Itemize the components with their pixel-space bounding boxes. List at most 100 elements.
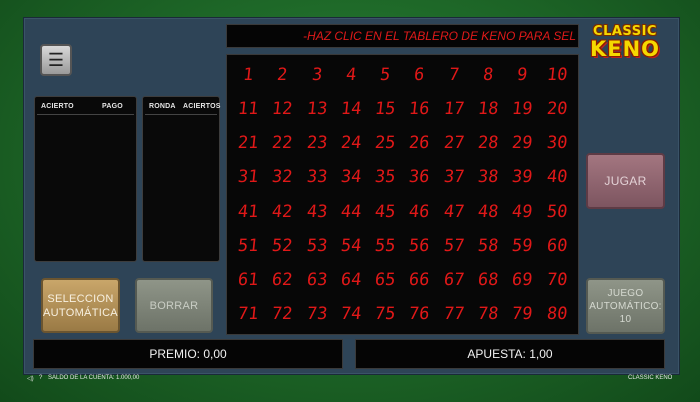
keno-number-cell[interactable]: 47 [435,195,473,229]
keno-number-cell[interactable]: 31 [229,160,267,194]
keno-number-cell[interactable]: 32 [264,160,302,194]
keno-number-cell[interactable]: 40 [538,160,576,194]
keno-number-cell[interactable]: 45 [366,195,404,229]
keno-number-cell[interactable]: 30 [538,126,576,160]
keno-number-cell[interactable]: 4 [332,58,370,92]
keno-number-cell[interactable]: 42 [264,195,302,229]
keno-number-cell[interactable]: 48 [469,195,507,229]
keno-number-cell[interactable]: 44 [332,195,370,229]
keno-number-cell[interactable]: 73 [298,297,336,331]
keno-number-cell[interactable]: 52 [264,229,302,263]
keno-number-cell[interactable]: 43 [298,195,336,229]
balance-label: SALDO DE LA CUENTA: [48,375,115,381]
keno-number-cell[interactable]: 10 [538,58,576,92]
keno-number-cell[interactable]: 18 [469,92,507,126]
keno-number-cell[interactable]: 66 [401,263,439,297]
prize-display: PREMIO: 0,00 [33,339,343,369]
auto-select-button[interactable]: SELECCION AUTOMÁTICA [41,278,120,333]
keno-number-cell[interactable]: 11 [229,92,267,126]
speaker-icon[interactable]: ◁) [27,375,34,382]
keno-number-cell[interactable]: 53 [298,229,336,263]
keno-number-cell[interactable]: 7 [435,58,473,92]
keno-number-cell[interactable]: 72 [264,297,302,331]
keno-number-cell[interactable]: 67 [435,263,473,297]
keno-number-cell[interactable]: 6 [401,58,439,92]
keno-number-cell[interactable]: 28 [469,126,507,160]
keno-number-cell[interactable]: 17 [435,92,473,126]
keno-number-cell[interactable]: 57 [435,229,473,263]
keno-number-cell[interactable]: 75 [366,297,404,331]
keno-number-cell[interactable]: 13 [298,92,336,126]
keno-number-cell[interactable]: 14 [332,92,370,126]
keno-number-cell[interactable]: 24 [332,126,370,160]
keno-number-cell[interactable]: 25 [366,126,404,160]
keno-number-cell[interactable]: 20 [538,92,576,126]
keno-number-cell[interactable]: 26 [401,126,439,160]
paytable-header-pay: PAGO [102,103,123,110]
keno-number-cell[interactable]: 65 [366,263,404,297]
keno-number-cell[interactable]: 41 [229,195,267,229]
keno-number-cell[interactable]: 62 [264,263,302,297]
keno-number-cell[interactable]: 39 [504,160,542,194]
keno-number-cell[interactable]: 36 [401,160,439,194]
keno-number-cell[interactable]: 5 [366,58,404,92]
keno-number-cell[interactable]: 27 [435,126,473,160]
keno-number-cell[interactable]: 16 [401,92,439,126]
menu-button[interactable]: ☰ [40,44,72,76]
keno-number-cell[interactable]: 9 [504,58,542,92]
keno-number-cell[interactable]: 12 [264,92,302,126]
keno-number-cell[interactable]: 34 [332,160,370,194]
keno-number-cell[interactable]: 68 [469,263,507,297]
paytable-divider [37,114,134,115]
keno-number-cell[interactable]: 76 [401,297,439,331]
keno-number-cell[interactable]: 55 [366,229,404,263]
keno-number-cell[interactable]: 1 [229,58,267,92]
help-icon[interactable]: ? [39,375,42,381]
keno-number-cell[interactable]: 61 [229,263,267,297]
keno-number-cell[interactable]: 69 [504,263,542,297]
keno-board[interactable]: 1 2 3 4 5 6 7 8 9 10 11 12 13 14 15 16 17 18 19 20 21 22 23 24 2… [226,54,579,335]
keno-number-cell[interactable]: 70 [538,263,576,297]
bet-display[interactable]: APUESTA: 1,00 [355,339,665,369]
keno-number-cell[interactable]: 46 [401,195,439,229]
keno-number-cell[interactable]: 54 [332,229,370,263]
keno-number-cell[interactable]: 59 [504,229,542,263]
keno-number-cell[interactable]: 50 [538,195,576,229]
keno-number-cell[interactable]: 49 [504,195,542,229]
keno-number-cell[interactable]: 8 [469,58,507,92]
keno-number-cell[interactable]: 37 [435,160,473,194]
keno-number-cell[interactable]: 64 [332,263,370,297]
prize-value: 0,00 [203,347,227,361]
keno-number-cell[interactable]: 58 [469,229,507,263]
autoplay-count: 10 [619,313,632,325]
game-name: CLASSIC KENO [628,375,673,381]
keno-number-cell[interactable]: 71 [229,297,267,331]
keno-number-cell[interactable]: 2 [264,58,302,92]
keno-number-cell[interactable]: 29 [504,126,542,160]
keno-number-cell[interactable]: 23 [298,126,336,160]
instruction-ticker: -HAZ CLIC EN EL TABLERO DE KENO PARA SEL [226,24,579,48]
keno-number-cell[interactable]: 74 [332,297,370,331]
clear-button[interactable]: BORRAR [135,278,213,333]
keno-number-cell[interactable]: 19 [504,92,542,126]
keno-number-cell[interactable]: 51 [229,229,267,263]
keno-number-cell[interactable]: 79 [504,297,542,331]
autoplay-button[interactable]: JUEGO AUTOMÁTICO: 10 [586,278,665,334]
keno-number-cell[interactable]: 22 [264,126,302,160]
keno-number-cell[interactable]: 77 [435,297,473,331]
keno-number-cell[interactable]: 56 [401,229,439,263]
keno-number-cell[interactable]: 3 [298,58,336,92]
keno-number-cell[interactable]: 38 [469,160,507,194]
play-button[interactable]: JUGAR [586,153,665,209]
keno-number-cell[interactable]: 80 [538,297,576,331]
history-header-round: RONDA [149,103,176,110]
status-bar: ◁) ? SALDO DE LA CUENTA: 1.000,00 CLASSI… [0,374,700,384]
keno-number-cell[interactable]: 15 [366,92,404,126]
keno-number-cell[interactable]: 78 [469,297,507,331]
keno-number-cell[interactable]: 21 [229,126,267,160]
keno-number-cell[interactable]: 33 [298,160,336,194]
keno-number-cell[interactable]: 63 [298,263,336,297]
keno-number-cell[interactable]: 60 [538,229,576,263]
prize-label: PREMIO: [149,347,200,361]
keno-number-cell[interactable]: 35 [366,160,404,194]
